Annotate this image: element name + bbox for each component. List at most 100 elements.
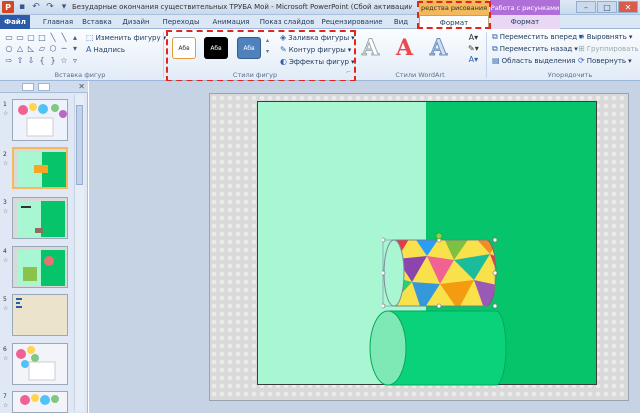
triangle-shape-icon[interactable]: △ bbox=[15, 44, 25, 54]
scroll-up-icon[interactable]: ▴ bbox=[70, 32, 80, 42]
line-shape-icon[interactable]: ╲ bbox=[48, 32, 58, 42]
hexagon-shape-icon[interactable]: ⬡ bbox=[48, 44, 58, 54]
slides-pane-scrollbar[interactable] bbox=[74, 95, 84, 411]
arrow-down-shape-icon[interactable]: ⇩ bbox=[26, 55, 36, 65]
text-effects-icon[interactable]: A▾ bbox=[469, 55, 479, 64]
bring-forward-label: Переместить вперед bbox=[499, 33, 578, 41]
slide-thumbnail-5[interactable] bbox=[12, 294, 68, 336]
ribbon: ▭ ▭ ▢ □ ╲ ╲ ▴ ○ △ ◺ ▱ ⬡ ─ ▾ ⇨ ⇧ ⇩ { } ☆ … bbox=[0, 29, 640, 82]
parallelogram-shape-icon[interactable]: ▱ bbox=[37, 44, 47, 54]
line-shape-icon[interactable]: ╲ bbox=[59, 32, 69, 42]
selection-pane-button[interactable]: ▤ Область выделения bbox=[492, 56, 575, 65]
cylinder-shape[interactable] bbox=[368, 309, 508, 389]
more-shapes-icon[interactable]: ▿ bbox=[70, 55, 80, 65]
scroll-up-icon[interactable]: ▴ bbox=[266, 37, 269, 44]
tab-slideshow[interactable]: Показ слайдов bbox=[258, 15, 316, 29]
slide-thumbnail-3[interactable] bbox=[12, 197, 68, 239]
arrow-up-shape-icon[interactable]: ⇧ bbox=[15, 55, 25, 65]
paint-bucket-icon: ◈ bbox=[280, 33, 287, 42]
styles-scroll[interactable]: ▴ ▾ bbox=[266, 37, 269, 55]
scrollbar-thumb[interactable] bbox=[76, 105, 83, 185]
tab-format-picture[interactable]: Формат bbox=[490, 15, 560, 29]
tab-design[interactable]: Дизайн bbox=[118, 15, 154, 29]
rounded-rectangle-shape-icon[interactable]: ▢ bbox=[26, 32, 36, 42]
align-button[interactable]: ≡ Выровнять ▾ bbox=[578, 32, 632, 41]
text-fill-icon[interactable]: A▾ bbox=[469, 33, 479, 42]
shape-effects-button[interactable]: ◐ Эффекты фигур ▾ bbox=[280, 57, 355, 66]
text-outline-icon[interactable]: ✎▾ bbox=[468, 44, 479, 53]
save-icon[interactable]: ▪ bbox=[16, 1, 28, 13]
send-backward-button[interactable]: ⧉ Переместить назад ▾ bbox=[492, 44, 578, 54]
tab-format-drawing[interactable]: Формат bbox=[419, 15, 489, 30]
right-triangle-shape-icon[interactable]: ◺ bbox=[26, 44, 36, 54]
dialog-launcher-icon[interactable]: ⌐ bbox=[346, 69, 351, 76]
thumbnail-art bbox=[13, 198, 67, 238]
scroll-down-icon[interactable]: ▾ bbox=[70, 44, 80, 54]
group-icon: ⊞ bbox=[578, 44, 585, 53]
slide-thumbnail-4[interactable] bbox=[12, 246, 68, 288]
change-shape-button[interactable]: ⬚ Изменить фигуру ▾ bbox=[86, 33, 166, 42]
tab-insert[interactable]: Вставка bbox=[80, 15, 114, 29]
circle-shape-icon[interactable]: ○ bbox=[4, 44, 14, 54]
change-shape-label: Изменить фигуру bbox=[95, 33, 161, 42]
slide-number: 3 bbox=[3, 199, 7, 206]
wordart-style-1[interactable]: A bbox=[361, 35, 379, 62]
close-pane-icon[interactable]: ✕ bbox=[78, 82, 85, 91]
tab-review[interactable]: Рецензирование bbox=[320, 15, 384, 29]
group-label: Группировать bbox=[586, 44, 639, 53]
slide-thumbnail-1[interactable] bbox=[12, 99, 68, 141]
rectangle-shape-icon[interactable]: ▭ bbox=[4, 32, 14, 42]
brace-shape-icon[interactable]: } bbox=[48, 55, 58, 65]
selected-cylinder-shape[interactable] bbox=[382, 234, 514, 316]
powerpoint-logo-icon[interactable]: P bbox=[2, 1, 14, 13]
rotate-button[interactable]: ⟳ Повернуть ▾ bbox=[578, 56, 632, 65]
animation-star-icon: ☆ bbox=[3, 160, 9, 167]
current-slide[interactable] bbox=[209, 93, 629, 401]
customize-qat-icon[interactable]: ▾ bbox=[58, 1, 70, 13]
minimize-icon[interactable]: – bbox=[576, 1, 596, 13]
slides-tab-icon[interactable] bbox=[22, 83, 34, 91]
shape-effects-label: Эффекты фигур bbox=[288, 57, 350, 66]
rotation-handle-icon[interactable] bbox=[434, 231, 444, 241]
group-button[interactable]: ⊞ Группировать bbox=[578, 44, 639, 53]
star-shape-icon[interactable]: ☆ bbox=[59, 55, 69, 65]
slide-thumbnail-2[interactable] bbox=[12, 147, 68, 189]
tab-animation[interactable]: Анимация bbox=[208, 15, 254, 29]
quick-access-toolbar: P ▪ ↶ ↷ ▾ bbox=[2, 1, 70, 13]
dropdown-arrow-icon: ▾ bbox=[351, 33, 355, 42]
tab-home[interactable]: Главная bbox=[38, 15, 78, 29]
redo-icon[interactable]: ↷ bbox=[44, 1, 56, 13]
tab-view[interactable]: Вид bbox=[388, 15, 414, 29]
slide-number: 1 bbox=[3, 101, 7, 108]
wordart-style-2[interactable]: A bbox=[396, 35, 413, 61]
undo-icon[interactable]: ↶ bbox=[30, 1, 42, 13]
shape-outline-button[interactable]: ✎ Контур фигуры ▾ bbox=[280, 45, 351, 54]
outline-tab-icon[interactable] bbox=[38, 83, 50, 91]
scroll-down-icon[interactable]: ▾ bbox=[266, 48, 269, 55]
line-shape-icon[interactable]: ─ bbox=[59, 44, 69, 54]
shape-style-3[interactable]: Абв bbox=[237, 37, 261, 59]
text-box-button[interactable]: A Надпись bbox=[86, 45, 125, 54]
tab-transitions[interactable]: Переходы bbox=[158, 15, 204, 29]
shape-style-1[interactable]: Абв bbox=[172, 37, 196, 59]
arrow-right-shape-icon[interactable]: ⇨ bbox=[4, 55, 14, 65]
shape-style-2[interactable]: Абв bbox=[204, 37, 228, 59]
rectangle-shape-icon[interactable]: □ bbox=[37, 32, 47, 42]
shape-fill-button[interactable]: ◈ Заливка фигуры ▾ bbox=[280, 33, 355, 42]
shapes-gallery[interactable]: ▭ ▭ ▢ □ ╲ ╲ ▴ ○ △ ◺ ▱ ⬡ ─ ▾ ⇨ ⇧ ⇩ { } ☆ … bbox=[4, 32, 82, 66]
slide-thumbnail-6[interactable] bbox=[12, 343, 68, 385]
window-title: Безударные окончания существительных ТРУ… bbox=[72, 3, 412, 11]
brace-shape-icon[interactable]: { bbox=[37, 55, 47, 65]
rectangle-shape-icon[interactable]: ▭ bbox=[15, 32, 25, 42]
wordart-style-3[interactable]: A bbox=[429, 35, 447, 62]
bring-forward-icon: ⧉ bbox=[492, 32, 498, 41]
maximize-icon[interactable]: □ bbox=[597, 1, 617, 13]
bring-forward-button[interactable]: ⧉ Переместить вперед ▾ bbox=[492, 32, 583, 42]
rotate-label: Повернуть bbox=[586, 56, 627, 65]
text-box-icon: A bbox=[86, 45, 92, 54]
slide-thumbnail-7[interactable] bbox=[12, 391, 68, 413]
align-label: Выровнять bbox=[586, 32, 627, 41]
tab-file[interactable]: Файл bbox=[0, 15, 30, 29]
slide-number: 2 bbox=[3, 151, 7, 158]
close-icon[interactable]: ✕ bbox=[618, 1, 638, 13]
